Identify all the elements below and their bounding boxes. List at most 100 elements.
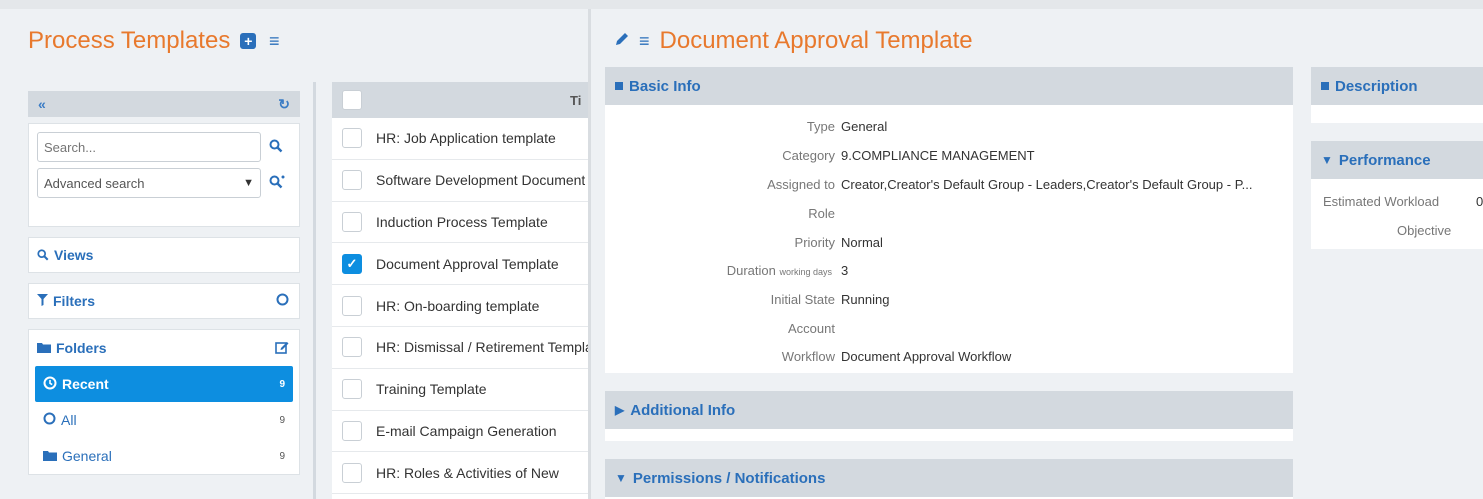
folder-item-general[interactable]: General 9 xyxy=(35,438,293,474)
search-field[interactable] xyxy=(37,132,261,162)
field-account: Account xyxy=(605,321,1293,349)
pane-title: Process Templates + ≡ xyxy=(28,27,282,55)
list-item[interactable]: Induction Process Template xyxy=(332,202,588,244)
permissions-header[interactable]: ▼ Permissions / Notifications xyxy=(605,459,1293,497)
field-value: General xyxy=(841,119,888,134)
sidebar-header: « ↻ xyxy=(28,91,300,117)
list-item[interactable]: HR: Job Application template xyxy=(332,118,588,160)
edit-icon[interactable] xyxy=(275,340,289,357)
row-checkbox[interactable] xyxy=(342,420,362,441)
basic-info-label: Basic Info xyxy=(629,77,701,95)
field-label: Workflow xyxy=(781,349,835,364)
refresh-icon[interactable]: ↻ xyxy=(278,96,290,113)
list-item-title[interactable]: Induction Process Template xyxy=(376,214,548,230)
list-item[interactable]: ✓ Document Approval Template xyxy=(332,243,588,286)
additional-info-card: ▶ Additional Info xyxy=(605,391,1293,441)
description-header[interactable]: Description xyxy=(1311,67,1483,105)
list-item-title[interactable]: HR: Dismissal / Retirement Template xyxy=(376,339,588,355)
field-priority: Priority Normal xyxy=(605,235,1293,263)
field-value: Creator,Creator's Default Group - Leader… xyxy=(841,177,1253,192)
perf-field-label: Objective xyxy=(1397,223,1452,238)
advanced-search-select[interactable]: Advanced search ▼ xyxy=(37,168,261,198)
list-item-title[interactable]: HR: Roles & Activities of New xyxy=(376,465,559,481)
views-label: Views xyxy=(54,247,94,263)
field-initial-state: Initial State Running xyxy=(605,292,1293,320)
field-value: 9.COMPLIANCE MANAGEMENT xyxy=(841,148,1035,163)
additional-info-header[interactable]: ▶ Additional Info xyxy=(605,391,1293,429)
search-input[interactable] xyxy=(44,139,254,155)
basic-info-header[interactable]: Basic Info xyxy=(605,67,1293,105)
field-label: Assigned to xyxy=(767,177,835,192)
clock-icon xyxy=(43,376,57,393)
permissions-card: ▼ Permissions / Notifications xyxy=(605,459,1293,499)
filters-label: Filters xyxy=(53,293,96,309)
folders-header[interactable]: Folders xyxy=(29,330,299,366)
row-checkbox[interactable] xyxy=(342,211,362,232)
folder-item-count: 9 xyxy=(279,414,285,426)
folder-icon xyxy=(37,340,51,356)
permissions-label: Permissions / Notifications xyxy=(632,469,826,487)
performance-card: ▼ Performance Estimated Workload 0. Obje… xyxy=(1311,141,1483,249)
list-item[interactable]: HR: On-boarding template xyxy=(332,285,588,327)
page-title: Process Templates xyxy=(28,27,231,54)
row-checkbox[interactable] xyxy=(342,295,362,316)
performance-label: Performance xyxy=(1338,151,1431,169)
chevron-down-icon: ▼ xyxy=(243,177,254,189)
column-header-title[interactable]: Ti xyxy=(570,93,581,108)
row-checkbox[interactable] xyxy=(342,337,362,358)
folder-item-label: All xyxy=(61,412,77,428)
folder-item-recent[interactable]: Recent 9 xyxy=(35,366,293,402)
list-item[interactable]: HR: Roles & Activities of New xyxy=(332,452,588,495)
list-item-title[interactable]: HR: On-boarding template xyxy=(376,298,539,314)
advanced-search-icon[interactable] xyxy=(269,175,285,192)
list-item-title[interactable]: E-mail Campaign Generation xyxy=(376,423,557,439)
detail-title: ≡ Document Approval Template xyxy=(615,27,973,55)
list-item[interactable]: Software Development Document xyxy=(332,160,588,202)
row-checkbox-checked[interactable]: ✓ xyxy=(342,253,362,274)
field-value: Running xyxy=(841,292,890,307)
menu-icon[interactable]: ≡ xyxy=(266,31,282,51)
list-item[interactable]: Training Template xyxy=(332,369,588,411)
pencil-icon[interactable] xyxy=(615,32,629,51)
field-category: Category 9.COMPLIANCE MANAGEMENT xyxy=(605,148,1293,176)
field-value: Document Approval Workflow xyxy=(841,349,1012,364)
square-icon xyxy=(615,82,623,90)
menu-icon[interactable]: ≡ xyxy=(639,31,650,52)
circle-icon[interactable] xyxy=(276,293,289,309)
list-item-title[interactable]: HR: Job Application template xyxy=(376,130,556,146)
field-label: Initial State xyxy=(770,292,835,307)
folder-item-count: 9 xyxy=(279,378,285,390)
folder-item-label: General xyxy=(62,448,112,464)
list-item[interactable]: HR: Dismissal / Retirement Template xyxy=(332,327,588,369)
field-label: Priority xyxy=(794,235,835,250)
folder-item-label: Recent xyxy=(62,376,109,392)
filters-section[interactable]: Filters xyxy=(28,283,300,319)
row-checkbox[interactable] xyxy=(342,379,362,400)
list-item[interactable]: E-mail Campaign Generation xyxy=(332,411,588,453)
resize-handle[interactable] xyxy=(313,82,316,499)
row-checkbox[interactable] xyxy=(342,462,362,483)
list-item-title[interactable]: Training Template xyxy=(376,381,487,397)
collapse-icon[interactable]: « xyxy=(38,96,46,112)
detail-pane: ≡ Document Approval Template Basic Info … xyxy=(588,9,1483,499)
basic-info-card: Basic Info Type General Category 9.COMPLIA… xyxy=(605,67,1293,373)
caret-down-icon: ▼ xyxy=(1321,153,1333,167)
views-section[interactable]: Views xyxy=(28,237,300,273)
select-all-checkbox[interactable] xyxy=(342,90,362,110)
row-checkbox[interactable] xyxy=(342,128,362,149)
field-assigned-to: Assigned to Creator,Creator's Default Gro… xyxy=(605,177,1293,205)
search-icon[interactable] xyxy=(269,139,283,156)
list-item-title[interactable]: Software Development Document xyxy=(376,172,585,188)
check-icon: ✓ xyxy=(346,255,358,271)
field-type: Type General xyxy=(605,119,1293,147)
add-template-icon[interactable]: + xyxy=(240,33,257,49)
field-value: 3 xyxy=(841,263,849,278)
list-item-title[interactable]: Document Approval Template xyxy=(376,256,559,272)
field-workflow: Workflow Document Approval Workflow xyxy=(605,349,1293,377)
performance-header[interactable]: ▼ Performance xyxy=(1311,141,1483,179)
description-card: Description xyxy=(1311,67,1483,123)
folder-item-all[interactable]: All 9 xyxy=(35,402,293,438)
row-checkbox[interactable] xyxy=(342,170,362,191)
square-icon xyxy=(1321,82,1329,90)
templates-pane: Process Templates + ≡ « ↻ Advanced searc… xyxy=(0,9,588,499)
